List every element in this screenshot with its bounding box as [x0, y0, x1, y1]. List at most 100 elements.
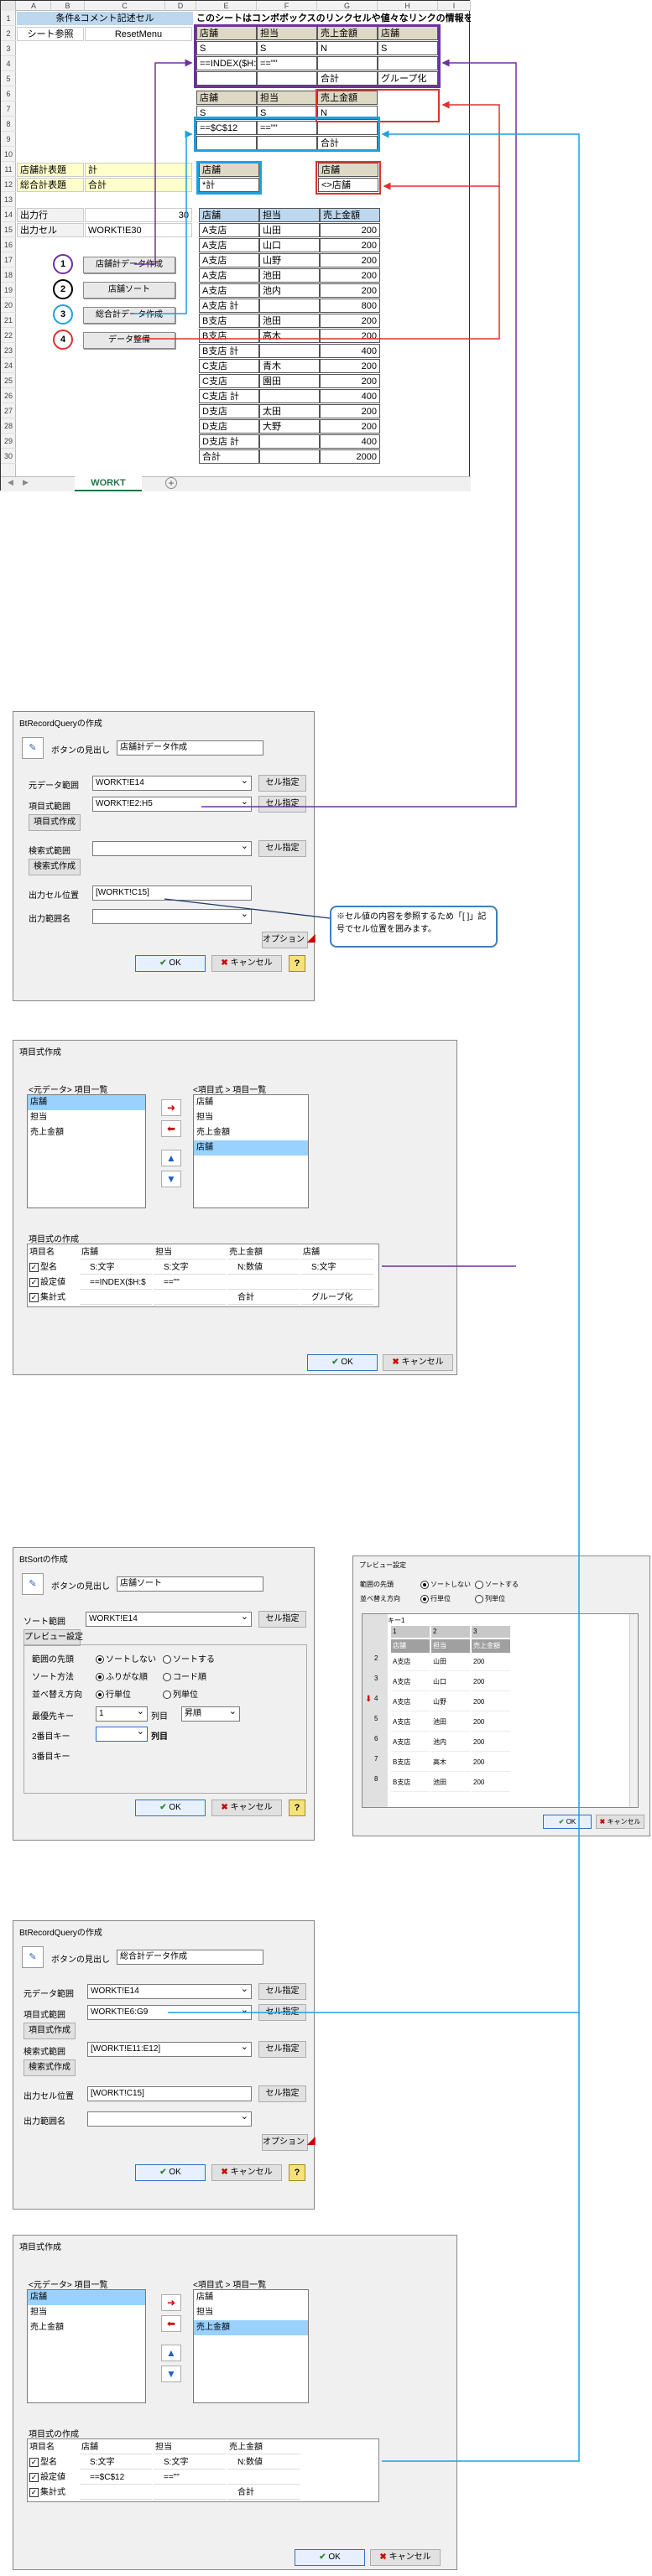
- row-header-13[interactable]: 13: [1, 192, 16, 207]
- remove-arrow-icon[interactable]: ⬅: [161, 1120, 181, 1137]
- grid-cell[interactable]: =="": [154, 1275, 226, 1290]
- add-arrow-icon[interactable]: ➜: [161, 1099, 181, 1116]
- list-item[interactable]: 担当: [194, 1110, 308, 1125]
- item-cell-button[interactable]: セル指定: [258, 796, 306, 813]
- grid-cell[interactable]: [80, 2485, 152, 2500]
- row-header-29[interactable]: 29: [1, 434, 16, 449]
- grid-cell[interactable]: ==INDEX($H:$: [80, 1275, 152, 1290]
- preview-grid[interactable]: キー1 1 2 3 店舗 担当 売上金額 2 A支店 山田 200 3 A支店 山口 200 4 A支店 山野 20…: [362, 1613, 639, 1808]
- step-button-3[interactable]: 総合計データ作成: [83, 307, 175, 324]
- row-header-9[interactable]: 9: [1, 132, 16, 147]
- outname-select[interactable]: [87, 2111, 252, 2127]
- key1-order-select[interactable]: 昇順: [181, 1706, 240, 1722]
- row-header-27[interactable]: 27: [1, 403, 16, 418]
- list-item[interactable]: 店舗: [194, 1140, 308, 1156]
- item-create-button[interactable]: 項目式作成: [23, 2023, 76, 2039]
- list-item[interactable]: 担当: [28, 2305, 145, 2320]
- search-create-button[interactable]: 検索式作成: [29, 859, 81, 875]
- key2-select[interactable]: [96, 1727, 148, 1742]
- row-header-30[interactable]: 30: [1, 449, 16, 464]
- head-opt-sort[interactable]: ソートする: [163, 1652, 215, 1665]
- column-header-E[interactable]: E: [196, 1, 257, 11]
- cancel-button[interactable]: ✖ キャンセル: [211, 2164, 282, 2181]
- row-header-26[interactable]: 26: [1, 388, 16, 403]
- list-item[interactable]: 店舗: [28, 2290, 145, 2305]
- ok-button[interactable]: ✔ OK: [135, 2164, 206, 2181]
- grid-row-label[interactable]: ✓ 型名: [29, 2455, 76, 2470]
- ok-button[interactable]: ✔ OK: [543, 1815, 592, 1829]
- row-header-20[interactable]: 20: [1, 298, 16, 313]
- formula-grid[interactable]: 項目名 店舗 担当 売上金額 ✓ 型名 S:文字 S:文字 N:数値 ✓ 設定値 ==$C$12 =="…: [27, 2438, 379, 2502]
- grid-cell[interactable]: [154, 2485, 226, 2500]
- dir-opt-row[interactable]: 行単位: [420, 1594, 451, 1603]
- out-input[interactable]: [WORKT!C15]: [87, 2086, 252, 2101]
- formula-item-list[interactable]: 店舗 担当 売上金額: [193, 2289, 309, 2403]
- move-down-icon[interactable]: ▼: [161, 1171, 181, 1187]
- row-header-15[interactable]: 15: [1, 222, 16, 237]
- preview-scrollbar[interactable]: [629, 1614, 638, 1807]
- list-item[interactable]: 担当: [194, 2305, 308, 2320]
- list-item[interactable]: 店舗: [28, 1095, 145, 1110]
- list-item[interactable]: 売上金額: [28, 2320, 145, 2335]
- move-up-icon[interactable]: ▲: [161, 1150, 181, 1166]
- remove-arrow-icon[interactable]: ⬅: [161, 2315, 181, 2332]
- grid-cell[interactable]: 合計: [227, 2485, 300, 2500]
- item-select[interactable]: WORKT!E6:G9: [87, 2005, 252, 2020]
- row-header-7[interactable]: 7: [1, 101, 16, 117]
- cancel-button[interactable]: ✖ キャンセル: [596, 1815, 644, 1829]
- list-item[interactable]: 店舗: [194, 2290, 308, 2305]
- grid-cell[interactable]: [227, 1275, 300, 1290]
- dir-opt-row[interactable]: 行単位: [96, 1687, 131, 1700]
- src-select[interactable]: WORKT!E14: [87, 1984, 252, 1999]
- grid-row-label[interactable]: ✓ 集計式: [29, 1291, 76, 1305]
- head-opt-nosort[interactable]: ソートしない: [96, 1652, 156, 1665]
- row-header-5[interactable]: 5: [1, 71, 16, 86]
- grid-cell[interactable]: 担当: [154, 2440, 226, 2454]
- out-cell-button[interactable]: セル指定: [258, 2085, 306, 2102]
- caption-input[interactable]: 総合計データ作成: [117, 1950, 263, 1965]
- option-button[interactable]: オプション ◢: [262, 932, 316, 948]
- row-header-6[interactable]: 6: [1, 86, 16, 101]
- row-header-1[interactable]: 1: [1, 11, 16, 26]
- list-item[interactable]: 担当: [28, 1110, 145, 1125]
- grid-cell[interactable]: [301, 1275, 373, 1290]
- row-header-2[interactable]: 2: [1, 26, 16, 41]
- grid-cell[interactable]: 店舗: [80, 1245, 152, 1259]
- grid-cell[interactable]: 担当: [154, 1245, 226, 1259]
- column-header-I[interactable]: I: [438, 1, 471, 11]
- condition-comment-cell[interactable]: 条件&コメント記述セル: [17, 12, 193, 25]
- option-button[interactable]: オプション ◢: [262, 2134, 316, 2151]
- row-header-3[interactable]: 3: [1, 41, 16, 56]
- search-create-button[interactable]: 検索式作成: [23, 2059, 76, 2076]
- dir-opt-col[interactable]: 列単位: [163, 1687, 198, 1700]
- preview-button[interactable]: プレビュー設定: [23, 1629, 83, 1646]
- sheet-tab-workt[interactable]: WORKT: [75, 476, 142, 491]
- key1-select[interactable]: 1: [96, 1706, 148, 1722]
- row-header-12[interactable]: 12: [1, 177, 16, 192]
- step-button-2[interactable]: 店舗ソート: [83, 282, 175, 299]
- method-opt-code[interactable]: コード順: [163, 1670, 206, 1682]
- checkbox-icon[interactable]: ✓: [29, 2487, 39, 2497]
- checkbox-icon[interactable]: ✓: [29, 1292, 39, 1302]
- list-item[interactable]: 売上金額: [194, 1125, 308, 1140]
- grid-cell[interactable]: N:数値: [227, 2455, 300, 2470]
- column-header-C[interactable]: C: [85, 1, 165, 11]
- grid-cell[interactable]: S:文字: [80, 1260, 152, 1275]
- cancel-button[interactable]: ✖ キャンセル: [211, 1800, 282, 1816]
- src-select[interactable]: WORKT!E14: [92, 776, 252, 791]
- grid-cell[interactable]: 店舗: [301, 1245, 373, 1259]
- item-create-button[interactable]: 項目式作成: [29, 814, 81, 831]
- row-header-18[interactable]: 18: [1, 267, 16, 283]
- help-icon[interactable]: ?: [289, 1800, 305, 1816]
- help-icon[interactable]: ?: [289, 2164, 305, 2181]
- row-header-21[interactable]: 21: [1, 313, 16, 328]
- row-header-4[interactable]: 4: [1, 56, 16, 71]
- ok-button[interactable]: ✔ OK: [295, 2549, 365, 2566]
- grid-row-label[interactable]: ✓ 型名: [29, 1260, 76, 1275]
- move-up-icon[interactable]: ▲: [161, 2345, 181, 2361]
- grid-cell[interactable]: 売上金額: [227, 1245, 300, 1259]
- output-cell-value[interactable]: WORKT!E30: [85, 223, 192, 237]
- grid-cell[interactable]: S:文字: [154, 1260, 226, 1275]
- column-header-A[interactable]: A: [17, 1, 51, 11]
- sheet-ref-cell[interactable]: シート参照: [17, 27, 84, 41]
